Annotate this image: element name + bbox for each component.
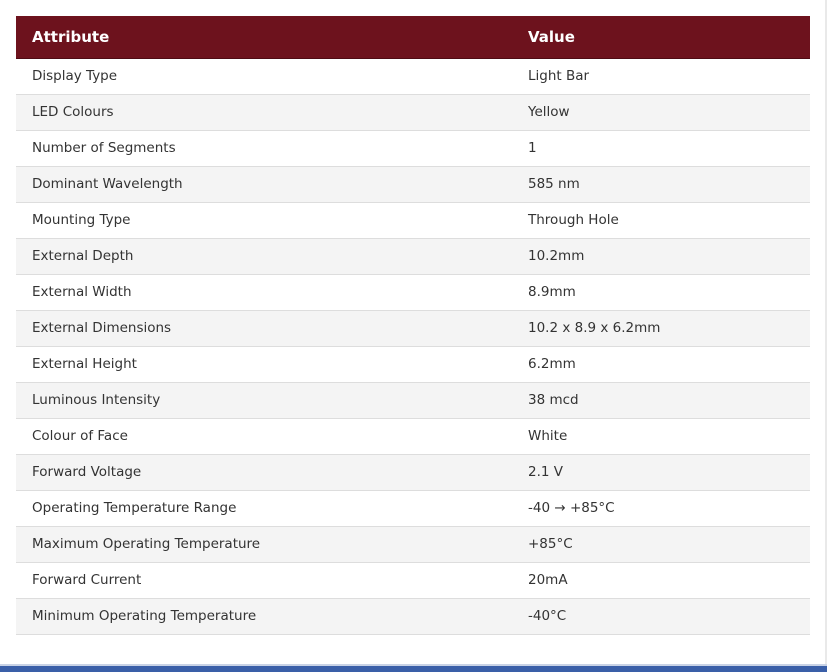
- attribute-cell: Operating Temperature Range: [32, 500, 237, 516]
- table-row: Dominant Wavelength 585 nm: [16, 166, 810, 202]
- table-row: Colour of Face White: [16, 418, 810, 454]
- value-cell: 38 mcd: [528, 392, 579, 408]
- value-cell: 8.9mm: [528, 284, 576, 300]
- table-row: Forward Voltage 2.1 V: [16, 454, 810, 490]
- table-row: External Depth 10.2mm: [16, 238, 810, 274]
- table-header: Attribute Value: [16, 16, 810, 59]
- attribute-cell: Maximum Operating Temperature: [32, 536, 261, 552]
- attribute-cell: LED Colours: [32, 104, 114, 120]
- value-cell: +85°C: [528, 536, 573, 552]
- value-cell: 6.2mm: [528, 356, 576, 372]
- value-cell: Through Hole: [528, 212, 619, 228]
- table-body: Display Type Light Bar LED Colours Yello…: [16, 58, 810, 634]
- attribute-cell: Mounting Type: [32, 212, 131, 228]
- value-cell: 20mA: [528, 572, 568, 588]
- value-cell: 10.2 x 8.9 x 6.2mm: [528, 320, 661, 336]
- attribute-cell: Number of Segments: [32, 140, 176, 156]
- value-cell: 10.2mm: [528, 248, 585, 264]
- attribute-cell: Forward Voltage: [32, 464, 142, 480]
- value-cell: White: [528, 428, 568, 444]
- bottom-bar: [0, 666, 827, 672]
- table-row: Mounting Type Through Hole: [16, 202, 810, 238]
- specifications-table-container: Attribute Value Display Type Light Bar L…: [16, 16, 810, 635]
- attribute-column-header: Attribute: [16, 16, 512, 59]
- table-row: Number of Segments 1: [16, 130, 810, 166]
- table-row: External Width 8.9mm: [16, 274, 810, 310]
- attribute-cell: Forward Current: [32, 572, 142, 588]
- attribute-cell: External Width: [32, 284, 132, 300]
- value-cell: 1: [528, 140, 537, 156]
- attribute-cell: Dominant Wavelength: [32, 176, 183, 192]
- value-cell: -40 → +85°C: [528, 500, 615, 516]
- table-header-row: Attribute Value: [16, 16, 810, 59]
- attribute-cell: External Height: [32, 356, 137, 372]
- table-row: Minimum Operating Temperature -40°C: [16, 598, 810, 634]
- table-row: Maximum Operating Temperature +85°C: [16, 526, 810, 562]
- value-cell: Yellow: [528, 104, 570, 120]
- table-row: External Dimensions 10.2 x 8.9 x 6.2mm: [16, 310, 810, 346]
- table-row: Forward Current 20mA: [16, 562, 810, 598]
- value-cell: 2.1 V: [528, 464, 563, 480]
- attribute-cell: Display Type: [32, 68, 118, 84]
- attribute-cell: External Depth: [32, 248, 134, 264]
- table-row: External Height 6.2mm: [16, 346, 810, 382]
- table-row: LED Colours Yellow: [16, 94, 810, 130]
- value-cell: -40°C: [528, 608, 567, 624]
- table-row: Display Type Light Bar: [16, 58, 810, 94]
- value-cell: 585 nm: [528, 176, 580, 192]
- attribute-cell: External Dimensions: [32, 320, 172, 336]
- specifications-table: Attribute Value Display Type Light Bar L…: [16, 16, 810, 635]
- value-cell: Light Bar: [528, 68, 590, 84]
- table-row: Operating Temperature Range -40 → +85°C: [16, 490, 810, 526]
- value-column-header: Value: [512, 16, 810, 59]
- attribute-cell: Minimum Operating Temperature: [32, 608, 257, 624]
- table-row: Luminous Intensity 38 mcd: [16, 382, 810, 418]
- attribute-cell: Luminous Intensity: [32, 392, 161, 408]
- attribute-cell: Colour of Face: [32, 428, 128, 444]
